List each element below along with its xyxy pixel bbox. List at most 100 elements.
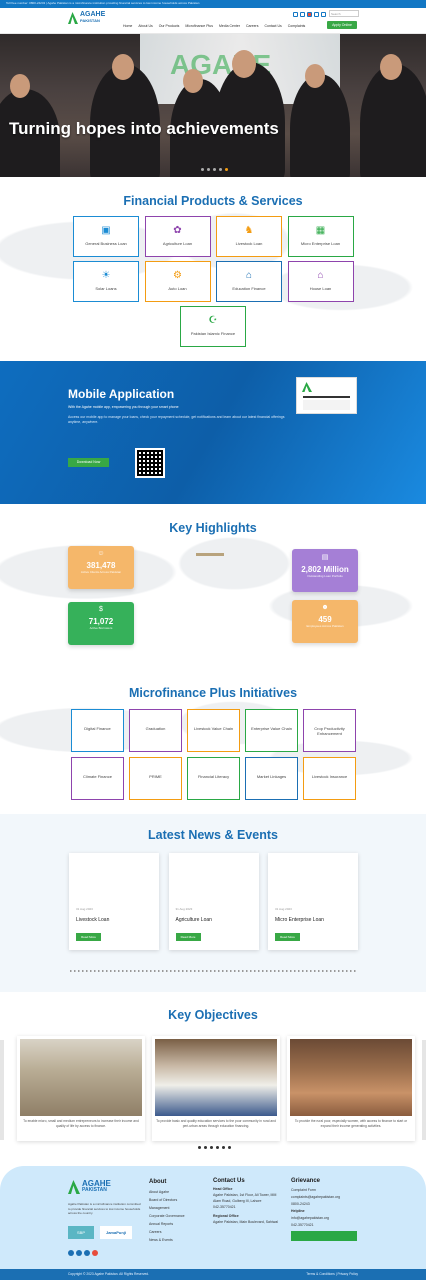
product-card[interactable]: ▦ Micro Enterprise Loan bbox=[287, 216, 354, 257]
sbp-badge[interactable]: SBP bbox=[68, 1226, 94, 1239]
initiative-label: Graduation bbox=[145, 726, 166, 731]
twitter-icon[interactable] bbox=[76, 1250, 82, 1256]
news-carousel-dots[interactable] bbox=[70, 970, 358, 972]
footer-link[interactable]: Careers bbox=[149, 1228, 185, 1236]
regional-office-address: Agahe Pakistan, Main Boulevard, Sahiwal bbox=[213, 1220, 278, 1224]
news-title: Latest News & Events bbox=[148, 828, 278, 842]
footer-link[interactable]: Corporate Governance bbox=[149, 1212, 185, 1220]
helpline-item[interactable]: 042-35770421 bbox=[291, 1222, 361, 1229]
read-more-button[interactable]: Read More bbox=[175, 933, 201, 941]
grievance-item[interactable]: complaints@agahepakistan.org bbox=[291, 1194, 361, 1201]
objective-card: To enable micro, small and medium entrep… bbox=[17, 1036, 145, 1141]
footer-logo[interactable]: AGAHE PAKISTAN bbox=[68, 1180, 111, 1194]
initiative-card[interactable]: Enterprise Value Chain bbox=[245, 709, 298, 752]
twitter-icon[interactable] bbox=[300, 12, 305, 17]
product-card[interactable]: ✿ Agriculture Loan bbox=[144, 216, 211, 257]
read-more-button[interactable]: Read More bbox=[275, 933, 300, 941]
initiative-card[interactable]: Crop Productivity Enhancement bbox=[303, 709, 356, 752]
brand-logo[interactable]: AGAHE PAKISTAN bbox=[68, 11, 105, 24]
footer-link[interactable]: News & Events bbox=[149, 1236, 185, 1244]
stat-label: Outstanding Loan Portfolio bbox=[307, 574, 343, 578]
footer-bottom-bar: Copyright © 2023 Agahe Pakistan. All Rig… bbox=[0, 1269, 426, 1280]
linkedin-icon[interactable] bbox=[314, 12, 319, 17]
footer-link[interactable]: About Agahe bbox=[149, 1188, 185, 1196]
app-preview-image bbox=[296, 377, 357, 414]
contact-phone[interactable]: 042-35770421 bbox=[213, 1204, 283, 1210]
helpline-item[interactable]: info@agahepakistan.org bbox=[291, 1215, 361, 1222]
objective-caption: To provide basic and quality education s… bbox=[156, 1119, 276, 1128]
nav-link-complaints[interactable]: Complaints bbox=[288, 24, 306, 28]
search-input[interactable]: Search bbox=[329, 10, 359, 17]
footer-link[interactable]: Management bbox=[149, 1204, 185, 1212]
slider-dot[interactable] bbox=[216, 1146, 219, 1149]
nav-link-contact-us[interactable]: Contact Us bbox=[264, 24, 281, 28]
slider-dot[interactable] bbox=[201, 168, 204, 171]
youtube-icon[interactable] bbox=[307, 12, 312, 17]
nav-link-media-center[interactable]: Media Center bbox=[219, 24, 240, 28]
objective-caption: To enable micro, small and medium entrep… bbox=[23, 1119, 139, 1128]
facebook-icon[interactable] bbox=[68, 1250, 74, 1256]
news-card[interactable]: 31 Aug 2023 Agriculture Loan Read More bbox=[168, 853, 259, 950]
hero-slider-dots[interactable] bbox=[201, 168, 228, 171]
initiative-card[interactable]: Livestock Insurance bbox=[303, 757, 356, 800]
product-card[interactable]: ☪ Pakistan Islamic Finance bbox=[180, 306, 246, 347]
download-now-button[interactable]: Download Now bbox=[68, 458, 109, 467]
nav-link-about-us[interactable]: About Us bbox=[138, 24, 152, 28]
highlights-title: Key Highlights bbox=[169, 521, 257, 535]
jamapunji-badge[interactable]: JamaPunji bbox=[100, 1226, 132, 1239]
footer-link[interactable]: Annual Reports bbox=[149, 1220, 185, 1228]
slider-dot[interactable] bbox=[210, 1146, 213, 1149]
nav-link-microfinance-plus[interactable]: Microfinance Plus bbox=[185, 24, 213, 28]
product-card[interactable]: ▣ General Business Loan bbox=[73, 216, 139, 257]
news-card[interactable]: 31 Aug 2023 Livestock Loan Read More bbox=[69, 853, 159, 950]
initiative-card[interactable]: Climate Finance bbox=[71, 757, 124, 800]
legal-links[interactable]: Terms & Conditions | Privacy Policy bbox=[306, 1269, 358, 1280]
slider-dot[interactable] bbox=[222, 1146, 225, 1149]
slider-dot[interactable] bbox=[207, 168, 210, 171]
qr-code bbox=[135, 448, 165, 478]
apply-online-button[interactable]: Apply Online bbox=[327, 21, 357, 29]
sun-icon: ☀ bbox=[101, 270, 111, 281]
products-title: Financial Products & Services bbox=[123, 194, 303, 208]
grievance-item[interactable]: Complaint Form bbox=[291, 1187, 361, 1194]
objectives-dots[interactable] bbox=[198, 1146, 231, 1149]
slider-dot[interactable] bbox=[204, 1146, 207, 1149]
product-card[interactable]: ☀ Solar Loans bbox=[73, 261, 139, 302]
footer-link[interactable]: Board of Directors bbox=[149, 1196, 185, 1204]
initiative-card[interactable]: Livestock Value Chain bbox=[187, 709, 240, 752]
product-card[interactable]: ⌂ House Loan bbox=[287, 261, 354, 302]
facebook-icon[interactable] bbox=[293, 12, 298, 17]
initiative-card[interactable]: Financial Literacy bbox=[187, 757, 240, 800]
slider-dot[interactable] bbox=[213, 168, 216, 171]
product-label: Livestock Loan bbox=[235, 241, 263, 246]
product-card[interactable]: ⚙ Auto Loan bbox=[144, 261, 211, 302]
linkedin-icon[interactable] bbox=[84, 1250, 90, 1256]
product-label: Education Finance bbox=[232, 286, 266, 291]
product-card[interactable]: ⌂ Education Finance bbox=[216, 261, 282, 302]
app-download-badge[interactable] bbox=[291, 1231, 357, 1241]
money-icon: $ bbox=[99, 606, 103, 613]
slider-dot[interactable] bbox=[228, 1146, 231, 1149]
instagram-icon[interactable] bbox=[321, 12, 326, 17]
news-card[interactable]: 31 Aug 2023 Micro Enterprise Loan Read Mor… bbox=[268, 853, 358, 950]
initiative-label: PRIME bbox=[149, 774, 162, 779]
read-more-button[interactable]: Read More bbox=[76, 933, 101, 941]
stat-label: Active Borrowers bbox=[89, 626, 113, 630]
slider-dot-active[interactable] bbox=[225, 168, 228, 171]
nav-link-home[interactable]: Home bbox=[123, 24, 132, 28]
stat-card: ☻ 459 Employees Across Pakistan bbox=[292, 600, 358, 643]
slider-dot[interactable] bbox=[219, 168, 222, 171]
nav-link-our-products[interactable]: Our Products bbox=[159, 24, 180, 28]
product-label: Auto Loan bbox=[168, 286, 187, 291]
slider-dot[interactable] bbox=[198, 1146, 201, 1149]
objective-image bbox=[290, 1039, 412, 1116]
initiative-card[interactable]: Digital Finance bbox=[71, 709, 124, 752]
initiative-card[interactable]: Market Linkages bbox=[245, 757, 298, 800]
initiative-card[interactable]: PRIME bbox=[129, 757, 182, 800]
youtube-icon[interactable] bbox=[92, 1250, 98, 1256]
nav-link-careers[interactable]: Careers bbox=[246, 24, 258, 28]
initiative-card[interactable]: Graduation bbox=[129, 709, 182, 752]
product-card[interactable]: ♞ Livestock Loan bbox=[216, 216, 282, 257]
objective-card: To provide the rural poor, especially wo… bbox=[287, 1036, 415, 1141]
grievance-item[interactable]: 0800-24243 bbox=[291, 1201, 361, 1208]
